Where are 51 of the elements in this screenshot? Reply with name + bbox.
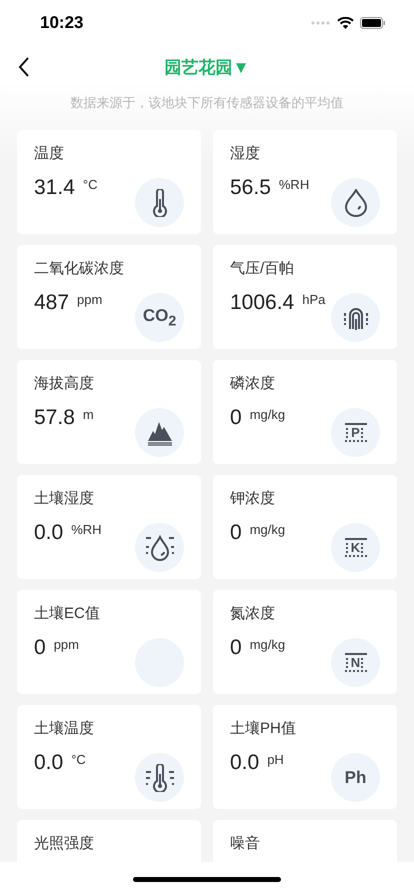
sensor-unit: mg/kg [250, 637, 286, 652]
sensor-value: 487 [34, 292, 70, 313]
status-time: 10:23 [40, 13, 84, 33]
water-drop-icon [144, 534, 174, 562]
sensor-value: 0 [230, 637, 242, 658]
mountain-icon [146, 420, 172, 446]
sensor-value: 0.0 [230, 752, 260, 773]
sensor-unit: mg/kg [250, 522, 286, 537]
sensor-value: 57.8 [34, 407, 75, 428]
sensor-unit: %RH [71, 522, 102, 537]
sensor-value: 1006.4 [230, 292, 294, 313]
icon-label: Ph [344, 768, 366, 788]
sensor-unit: °C [82, 177, 98, 192]
sensor-unit: %RH [278, 177, 310, 192]
icon-label: CO$_{2}$ [142, 306, 176, 330]
sensor-value: 0 [230, 522, 242, 543]
sensor-label: 钾浓度 [230, 489, 276, 508]
sensor-label: 温度 [34, 144, 65, 163]
sensor-unit: m [82, 407, 94, 422]
sensor-value: 0 [34, 637, 46, 658]
sensor-label: 海拔高度 [34, 374, 95, 393]
thermometer-icon [144, 764, 174, 792]
sensor-label: 土壤EC值 [34, 604, 101, 623]
thermometer-icon [152, 188, 166, 216]
sensor-value: 56.5 [230, 177, 271, 198]
sensor-value: 0 [230, 407, 242, 428]
location-dropdown[interactable]: 园艺花园▼ [162, 54, 252, 80]
sensor-value: 0.0 [34, 522, 64, 543]
sensor-unit: mg/kg [250, 407, 286, 422]
sensor-label: 光照强度 [34, 834, 95, 853]
sensor-label: 噪音 [230, 834, 261, 853]
sensor-unit: pH [267, 752, 284, 767]
sensor-label: 二氧化碳浓度 [34, 259, 125, 278]
sensor-unit: ppm [54, 637, 79, 652]
battery-icon [360, 17, 386, 29]
sensor-label: 土壤湿度 [34, 489, 95, 508]
sensor-value: 0.0 [34, 752, 64, 773]
sensor-unit: °C [71, 752, 86, 767]
water-drop-icon [344, 188, 366, 216]
sensor-unit: hPa [302, 292, 326, 307]
sensor-label: 湿度 [230, 144, 261, 163]
subtitle: 数据来源于，该地块下所有传感器设备的平均值 [70, 94, 344, 112]
sensor-label: 土壤PH值 [230, 719, 297, 738]
sensor-value: 31.4 [34, 177, 75, 198]
sensor-label: 磷浓度 [230, 374, 276, 393]
sensor-label: 土壤温度 [34, 719, 95, 738]
sensor-unit: ppm [77, 292, 102, 307]
sensor-label: 气压/百帕 [230, 259, 296, 278]
signal-icon [311, 21, 331, 25]
wifi-icon [337, 17, 354, 29]
sensor-label: 氮浓度 [230, 604, 276, 623]
